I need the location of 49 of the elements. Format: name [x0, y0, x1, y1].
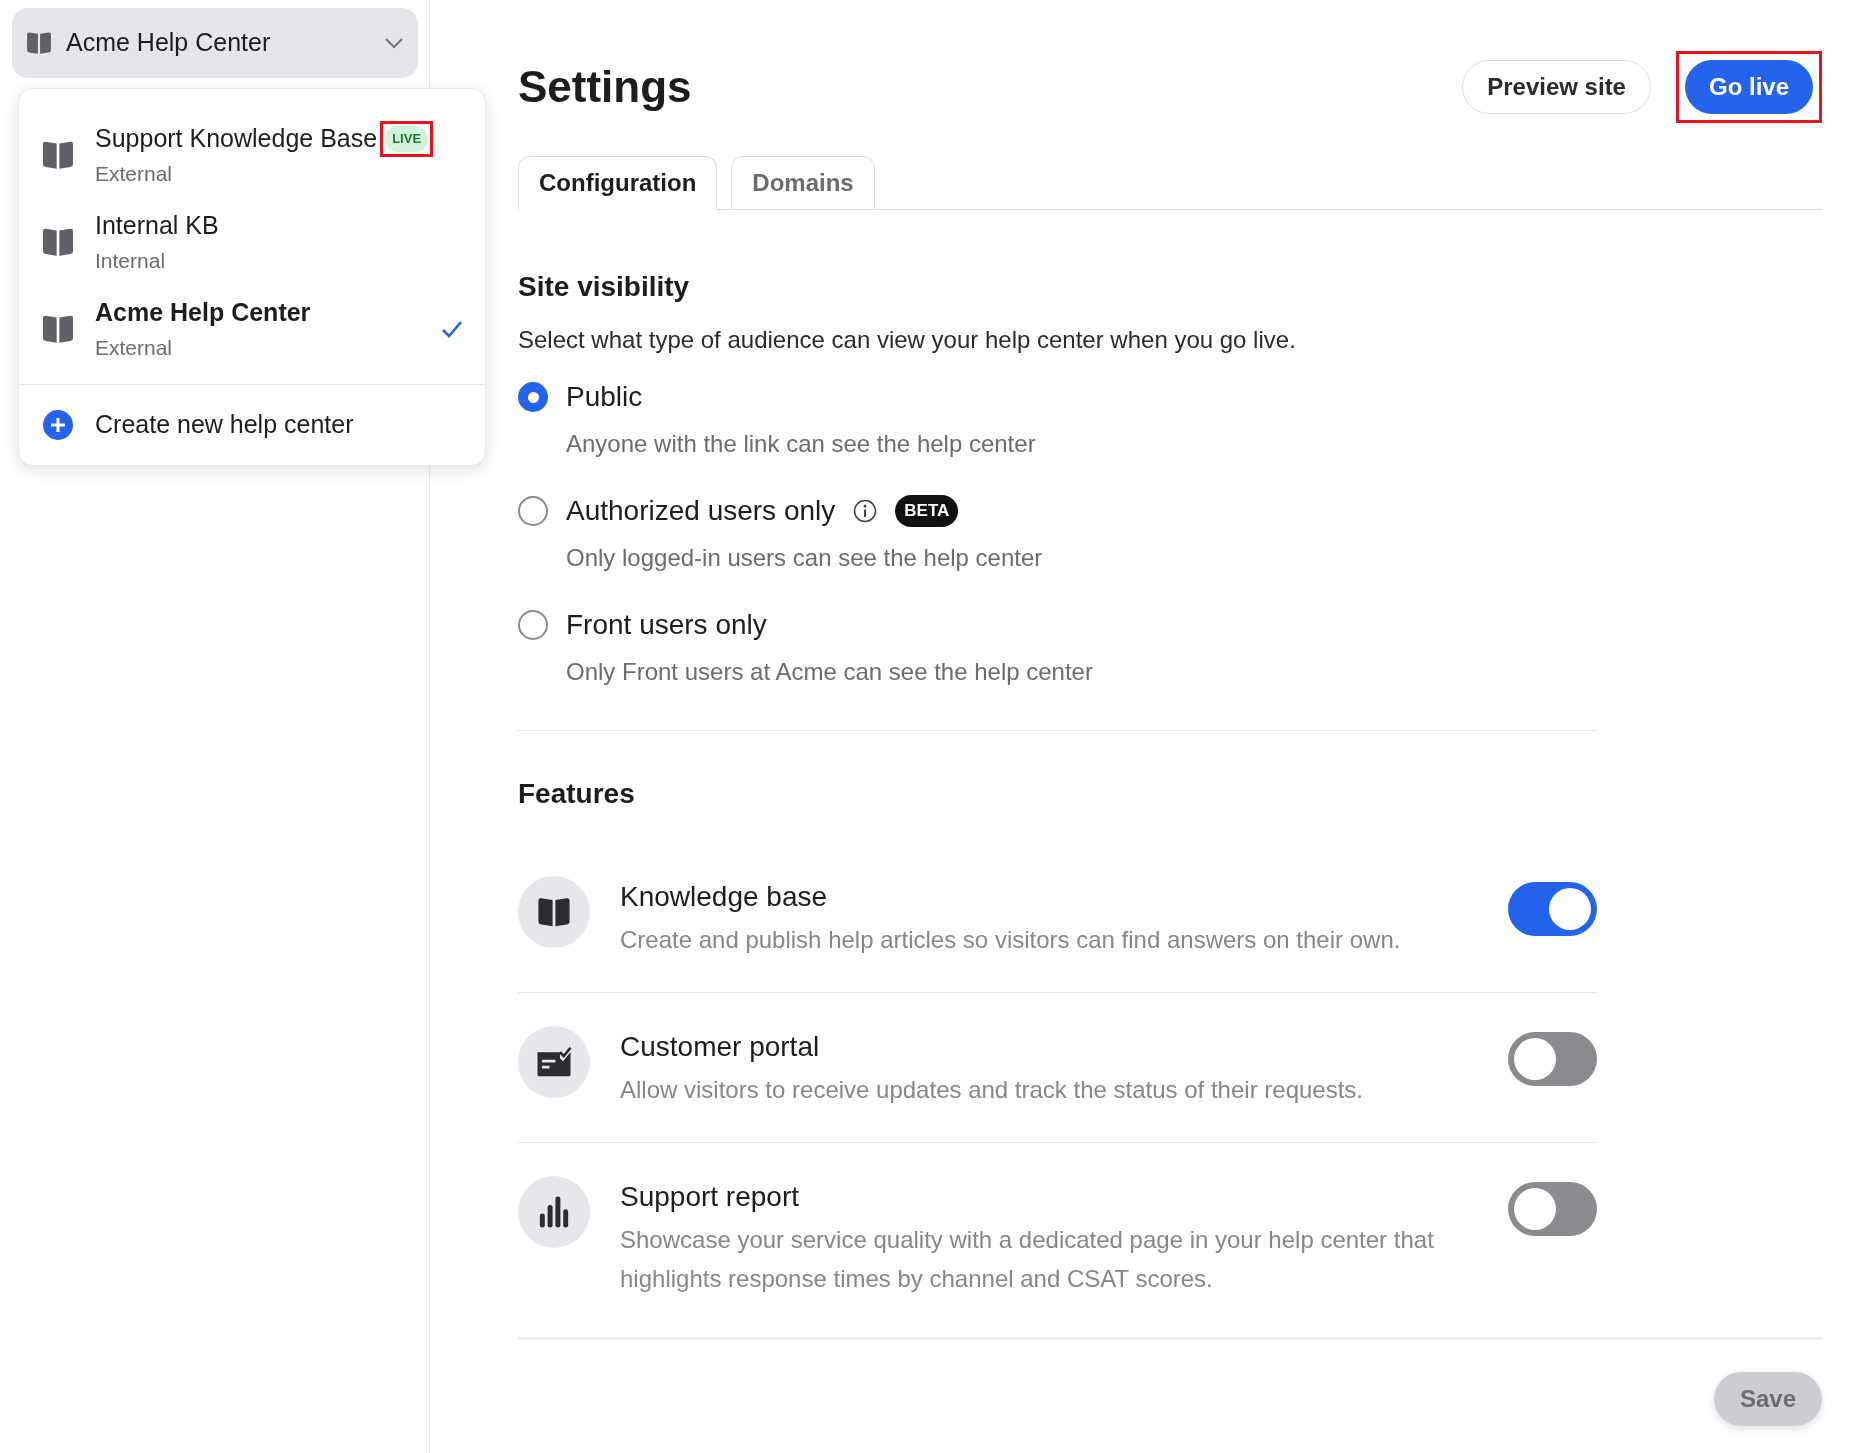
book-icon — [41, 139, 75, 170]
go-live-button[interactable]: Go live — [1684, 60, 1813, 114]
help-center-type: External — [95, 160, 174, 187]
help-center-type: Internal — [95, 247, 167, 274]
tab[interactable]: Configuration — [518, 156, 718, 210]
option-label: Authorized users only — [566, 494, 836, 528]
feature-description: Showcase your service quality with a dedicated page in your help center that highlights response times by channel and CSAT scores. — [620, 1225, 1435, 1294]
help-center-option[interactable]: Support Knowledge Base LIVE External — [19, 111, 485, 198]
plus-circle-icon — [43, 410, 73, 440]
help-center-name: Acme Help Center — [95, 297, 311, 328]
help-center-type: External — [95, 334, 174, 361]
bar-chart-icon — [537, 1195, 571, 1229]
feature-title: Knowledge base — [620, 880, 829, 914]
book-icon — [26, 31, 52, 55]
option-description: Anyone with the link can see the help center — [566, 429, 1037, 459]
check-icon — [441, 319, 463, 338]
tab[interactable]: Domains — [731, 156, 875, 210]
section-title: Features — [518, 777, 636, 811]
toggle-switch[interactable] — [1508, 882, 1597, 936]
book-icon — [537, 896, 571, 928]
book-icon — [41, 313, 75, 344]
option-label: Public — [566, 380, 643, 414]
feature-title: Support report — [620, 1180, 800, 1214]
radio-button[interactable] — [518, 382, 548, 412]
option-label: Front users only — [566, 608, 767, 642]
help-center-name: Support Knowledge Base — [95, 123, 378, 154]
help-center-name: Internal KB — [95, 210, 219, 241]
section-title: Site visibility — [518, 270, 691, 304]
section-description: Select what type of audience can view your help center when you go live. — [518, 325, 1297, 355]
page-title: Settings — [518, 61, 692, 113]
preview-button[interactable]: Preview site — [1462, 60, 1651, 114]
help-center-option[interactable]: Internal KB Internal — [19, 198, 485, 285]
feature-title: Customer portal — [620, 1030, 821, 1064]
create-help-center-item[interactable]: Create new help center — [19, 385, 485, 465]
checked-card-icon — [536, 1046, 572, 1078]
option-description: Only logged-in users can see the help center — [566, 543, 1044, 573]
chevron-down-icon — [384, 37, 404, 49]
toggle-switch[interactable] — [1508, 1032, 1597, 1086]
beta-badge: BETA — [895, 495, 959, 527]
toggle-switch[interactable] — [1508, 1182, 1597, 1236]
feature-description: Create and publish help articles so visitors can find answers on their own. — [620, 925, 1402, 955]
feature-description: Allow visitors to receive updates and track the status of their requests. — [620, 1075, 1365, 1105]
radio-button[interactable] — [518, 496, 548, 526]
radio-button[interactable] — [518, 610, 548, 640]
option-description: Only Front users at Acme can see the help center — [566, 657, 1094, 687]
help-center-switcher[interactable]: Acme Help Center — [12, 8, 418, 78]
help-center-option[interactable]: Acme Help Center External — [19, 285, 485, 372]
live-badge: LIVE — [383, 124, 431, 154]
book-icon — [41, 226, 75, 257]
